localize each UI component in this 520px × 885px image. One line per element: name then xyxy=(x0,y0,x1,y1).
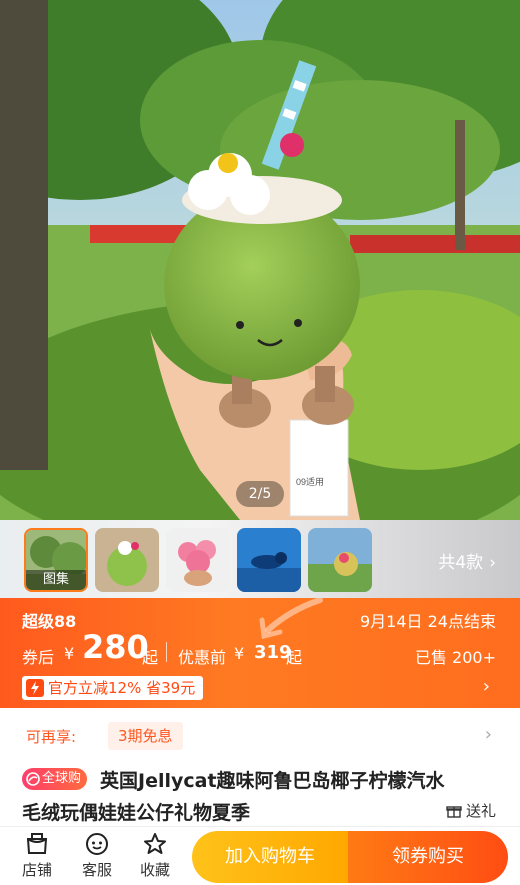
add-to-cart-button[interactable]: 加入购物车 xyxy=(192,831,348,883)
coupon-price: 280 xyxy=(82,628,149,666)
global-icon xyxy=(26,772,40,786)
plush-coconut-photo: 09适用 xyxy=(0,0,520,520)
bottom-action-bar: 店铺 客服 收藏 加入购物车 领券购买 xyxy=(0,826,520,885)
promo-event-badge: 超级88 xyxy=(22,612,77,631)
chat-face-icon xyxy=(86,833,108,855)
variants-count-label: 共4款 xyxy=(438,553,484,573)
lightning-icon xyxy=(26,679,44,697)
thumbnail-variant-3[interactable] xyxy=(237,528,301,592)
product-title-area: 全球购 英国Jellycat趣味阿鲁巴岛椰子柠檬汽水 毛绒玩偶娃娃公仔礼物夏季 … xyxy=(0,762,520,826)
promo-end-time: 9月14日 24点结束 xyxy=(360,612,496,631)
favorite-button[interactable]: 收藏 xyxy=(132,831,178,880)
coupon-buy-button[interactable]: 领券购买 xyxy=(348,831,508,883)
price-suffix: 起 xyxy=(142,648,159,667)
customer-service-label: 客服 xyxy=(81,861,112,879)
favorite-label: 收藏 xyxy=(139,861,170,879)
thumbnail-gallery[interactable]: 图集 xyxy=(24,528,88,592)
price-banner: 超级88 9月14日 24点结束 券后 ¥ 280 起 优惠前 ¥ 319 起 … xyxy=(0,598,520,708)
chevron-right-icon: › xyxy=(484,724,492,745)
product-detail-page: 09适用 2/5 图集 共4款 › 超级88 9月14日 24点结束 券后 ¥ … xyxy=(0,0,520,885)
svg-text:09适用: 09适用 xyxy=(296,477,324,487)
chevron-right-icon: › xyxy=(489,553,496,573)
thumbnail-variant-4[interactable] xyxy=(308,528,372,592)
store-button[interactable]: 店铺 xyxy=(14,831,60,880)
global-purchase-label: 全球购 xyxy=(42,771,82,786)
chevron-right-icon[interactable]: › xyxy=(483,676,490,697)
sold-count: 已售 200+ xyxy=(414,648,496,667)
original-price-label: 优惠前 xyxy=(178,648,227,667)
installment-chip[interactable]: 3期免息 xyxy=(108,722,183,750)
gift-icon xyxy=(446,805,462,818)
store-label: 店铺 xyxy=(21,861,52,879)
thumbnail-label: 图集 xyxy=(26,570,86,590)
store-icon xyxy=(26,833,48,854)
after-coupon-label: 券后 xyxy=(22,648,55,667)
global-purchase-badge: 全球购 xyxy=(22,768,88,790)
variants-count-link[interactable]: 共4款 › xyxy=(438,548,496,573)
star-icon xyxy=(144,833,166,854)
original-price-suffix: 起 xyxy=(286,648,303,667)
thumbnail-variant-2[interactable] xyxy=(166,528,230,592)
coconut-thumb-image xyxy=(95,528,159,592)
product-title-line-1: 英国Jellycat趣味阿鲁巴岛椰子柠檬汽水 xyxy=(100,770,445,792)
price-divider xyxy=(166,642,167,662)
image-page-indicator: 2/5 xyxy=(236,481,284,507)
product-title-line-2: 毛绒玩偶娃娃公仔礼物夏季 xyxy=(22,802,251,824)
pool-thumb-image xyxy=(237,528,301,592)
pink-plush-thumb-image xyxy=(166,528,230,592)
customer-service-button[interactable]: 客服 xyxy=(74,831,120,880)
gift-label: 送礼 xyxy=(465,802,496,820)
variant-thumbnail-strip: 图集 共4款 › xyxy=(0,520,520,598)
currency-symbol: ¥ xyxy=(64,644,75,663)
gift-button[interactable]: 送礼 xyxy=(446,800,496,821)
official-discount-text: 官方立减12% 省39元 xyxy=(48,679,196,697)
original-currency-symbol: ¥ xyxy=(234,644,245,663)
outdoor-thumb-image xyxy=(308,528,372,592)
official-discount-tag[interactable]: 官方立减12% 省39元 xyxy=(22,676,204,700)
hero-image[interactable]: 09适用 2/5 xyxy=(0,0,520,520)
installment-row[interactable]: 可再享: 3期免息 › xyxy=(0,708,520,762)
thumbnail-variant-1[interactable] xyxy=(95,528,159,592)
installment-label: 可再享: xyxy=(26,728,77,746)
